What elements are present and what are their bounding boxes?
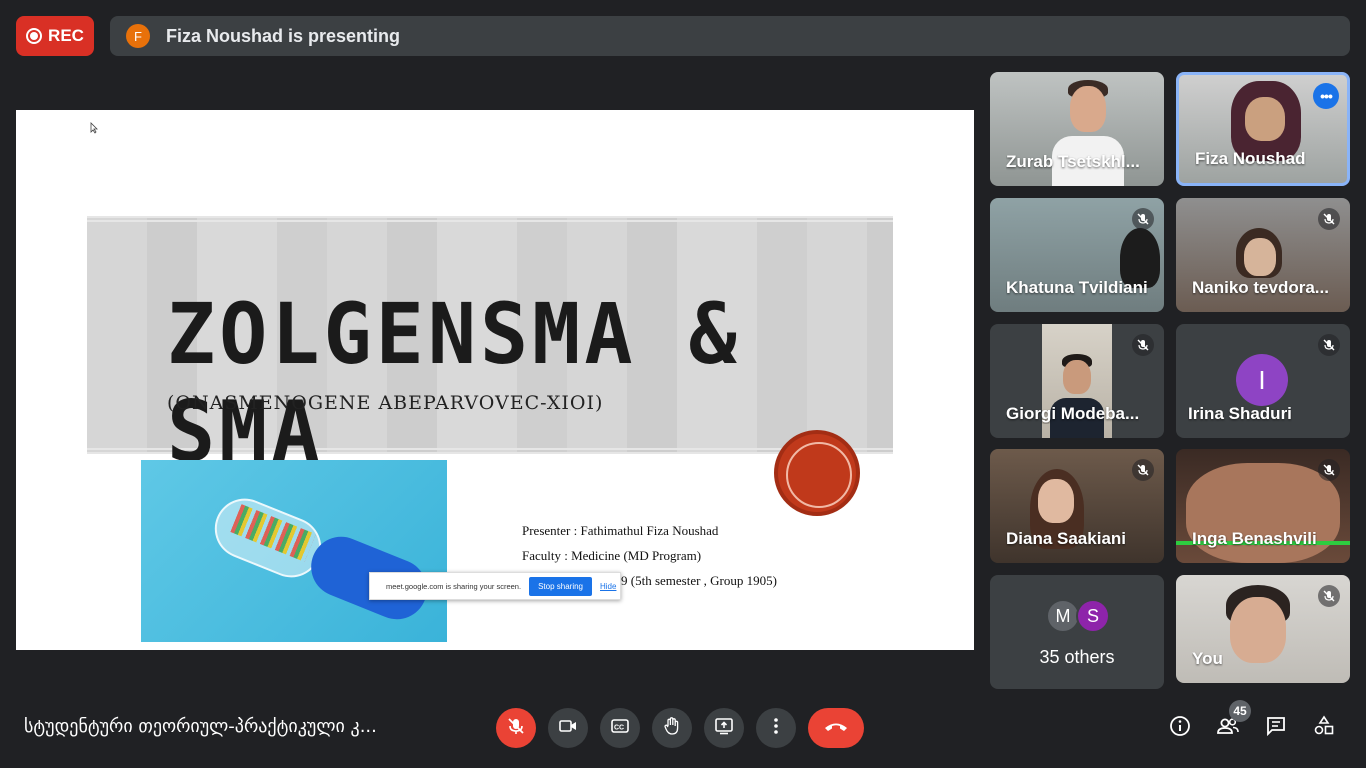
mic-off-icon <box>1132 459 1154 481</box>
leave-call-button[interactable] <box>808 708 864 748</box>
participant-tile-active[interactable]: ••• Fiza Noushad <box>1176 72 1350 186</box>
mic-toggle-button[interactable] <box>496 708 536 748</box>
capsule-image <box>141 460 447 642</box>
decorative-stamp <box>774 430 860 516</box>
presenting-banner: F Fiza Noushad is presenting <box>110 16 1350 56</box>
recording-badge[interactable]: REC <box>16 16 94 56</box>
slide-group-line: 9 (5th semester , Group 1905) <box>621 573 777 588</box>
participant-name: Naniko tevdora... <box>1192 278 1329 297</box>
participant-name: Khatuna Tvildiani <box>1006 278 1148 297</box>
slide-faculty-line: Faculty : Medicine (MD Program) <box>522 548 702 563</box>
stop-sharing-button[interactable]: Stop sharing <box>529 576 592 596</box>
mic-off-icon <box>1318 459 1340 481</box>
slide-title-banner: ZOLGENSMA & SMA (ONASMENOGENE ABEPARVOVE… <box>87 216 893 481</box>
shared-screen: ZOLGENSMA & SMA (ONASMENOGENE ABEPARVOVE… <box>16 110 974 650</box>
closed-captions-icon: CC <box>610 716 630 741</box>
activities-button[interactable] <box>1308 712 1340 744</box>
participant-tile[interactable]: Khatuna Tvildiani <box>990 198 1164 312</box>
share-notice-text: meet.google.com is sharing your screen. <box>386 581 522 591</box>
participant-tile[interactable]: Naniko tevdora... <box>1176 198 1350 312</box>
slide-subtitle: (ONASMENOGENE ABEPARVOVEC-XIOI) <box>167 392 604 414</box>
participant-name: Diana Saakiani <box>1006 529 1127 548</box>
captions-button[interactable]: CC <box>600 708 640 748</box>
presenting-text: Fiza Noushad is presenting <box>166 25 401 46</box>
participant-name: Fiza Noushad <box>1195 149 1306 168</box>
svg-text:CC: CC <box>614 724 624 731</box>
others-count: 35 others <box>1039 647 1115 667</box>
present-screen-icon <box>714 716 734 741</box>
more-options-icon[interactable]: ••• <box>1313 83 1339 109</box>
other-avatar: S <box>1076 599 1110 633</box>
present-screen-button[interactable] <box>704 708 744 748</box>
participant-name: Inga Benashvili <box>1192 529 1317 548</box>
screen-share-notice: meet.google.com is sharing your screen. … <box>369 572 621 600</box>
mic-off-icon <box>1132 208 1154 230</box>
mic-off-icon <box>1318 585 1340 607</box>
camera-toggle-button[interactable] <box>548 708 588 748</box>
participant-name: Zurab Tsetskhl... <box>1006 152 1140 171</box>
activities-icon <box>1313 715 1335 742</box>
participant-name: Irina Shaduri <box>1188 404 1292 423</box>
hand-icon <box>662 716 682 741</box>
info-icon <box>1169 715 1191 742</box>
presenter-avatar: F <box>126 24 150 48</box>
mouse-cursor-icon <box>90 122 98 137</box>
others-tile[interactable]: M S 35 others <box>990 575 1164 689</box>
mic-off-icon <box>1318 208 1340 230</box>
mic-off-icon <box>1318 334 1340 356</box>
participant-name: Giorgi Modeba... <box>1006 404 1140 423</box>
chat-button[interactable] <box>1260 712 1292 744</box>
meeting-title: სტუდენტური თეორიულ-პრაქტიკული კ... <box>24 716 377 737</box>
other-avatar: M <box>1046 599 1080 633</box>
hide-link[interactable]: Hide <box>600 582 616 591</box>
participant-tile[interactable]: Diana Saakiani <box>990 449 1164 563</box>
meeting-details-button[interactable] <box>1164 712 1196 744</box>
mic-off-icon <box>1132 334 1154 356</box>
mic-off-icon <box>506 716 526 741</box>
more-options-button[interactable] <box>756 708 796 748</box>
participant-tile[interactable]: Giorgi Modeba... <box>990 324 1164 438</box>
record-icon <box>26 28 43 44</box>
raise-hand-button[interactable] <box>652 708 692 748</box>
participant-tile[interactable]: Zurab Tsetskhl... <box>990 72 1164 186</box>
slide-presenter-line: Presenter : Fathimathul Fiza Noushad <box>522 523 719 538</box>
others-avatars: M S <box>1046 599 1110 633</box>
self-tile[interactable]: You <box>1176 575 1350 683</box>
end-call-icon <box>823 719 849 738</box>
chat-icon <box>1265 715 1287 742</box>
more-vert-icon <box>766 716 786 741</box>
participant-name: You <box>1192 649 1223 668</box>
participant-count-badge: 45 <box>1229 700 1251 722</box>
camera-icon <box>558 716 578 741</box>
recording-label: REC <box>48 26 84 45</box>
participant-tile[interactable]: Inga Benashvili <box>1176 449 1350 563</box>
participant-avatar: I <box>1236 354 1288 406</box>
participant-tile[interactable]: I Irina Shaduri <box>1176 324 1350 438</box>
